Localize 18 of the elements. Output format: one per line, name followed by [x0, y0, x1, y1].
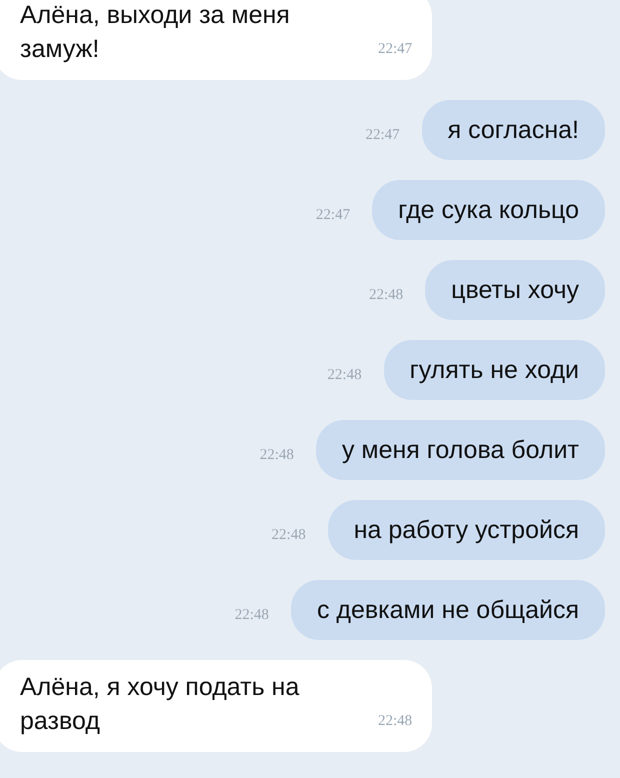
message-time: 22:47: [316, 207, 350, 224]
message-bubble: у меня голова болит: [316, 420, 605, 480]
message-text: Алёна, я хочу подать на развод: [20, 672, 300, 737]
message-time: 22:48: [378, 712, 412, 731]
message-time: 22:47: [365, 127, 400, 144]
message-time: 22:48: [260, 447, 294, 464]
message-bubble: гулять не ходи: [384, 340, 605, 400]
message-text: Алёна, выходи за меня замуж!: [20, 0, 291, 65]
message-time: 22:48: [234, 607, 269, 624]
message-time: 22:48: [272, 527, 306, 544]
message-bubble: на работу устройся: [328, 500, 605, 560]
message-time: 22:48: [368, 287, 404, 304]
message-bubble: с девками не общайся: [290, 580, 605, 640]
message-time: 22:47: [378, 40, 412, 59]
message-bubble: где сука кольцо: [372, 180, 605, 240]
message-bubble: цветы хочу: [425, 260, 605, 320]
message-time: 22:48: [327, 367, 362, 384]
message-bubble: я согласна!: [422, 100, 605, 160]
